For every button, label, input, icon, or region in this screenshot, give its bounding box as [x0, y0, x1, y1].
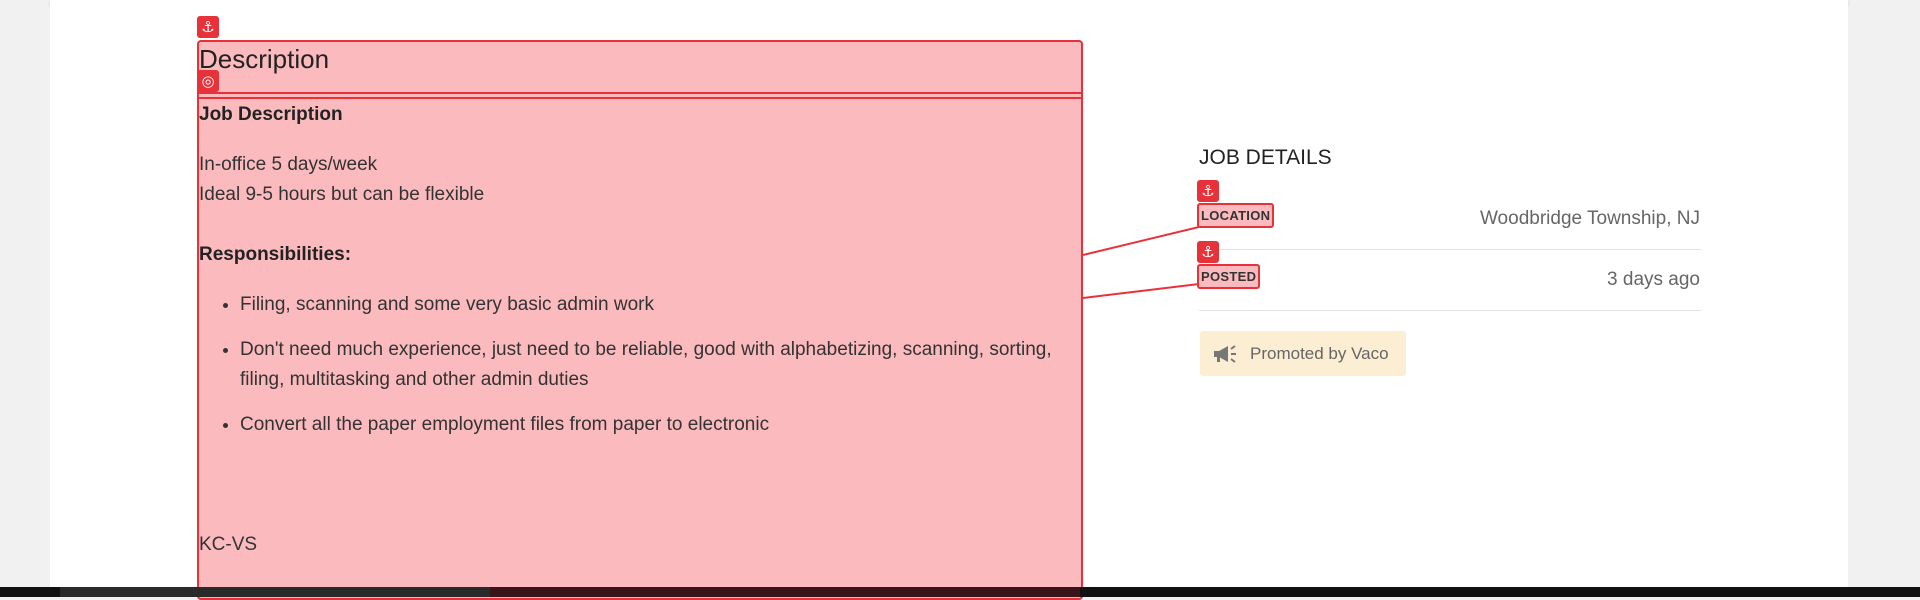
megaphone-icon [1214, 344, 1236, 363]
promoted-text: Promoted by Vaco [1250, 343, 1389, 363]
job-details-heading: JOB DETAILS [1199, 146, 1332, 169]
promoted-badge: Promoted by Vaco [1200, 331, 1406, 376]
connector-line [1082, 283, 1200, 299]
posted-label: POSTED [1197, 264, 1261, 289]
posted-value: 3 days ago [1607, 269, 1700, 290]
divider [1199, 249, 1701, 250]
taskbar-segment[interactable] [60, 587, 490, 597]
divider [1199, 310, 1701, 311]
anchor-icon: ⚓ [1197, 241, 1219, 263]
taskbar [0, 587, 1920, 597]
location-value: Woodbridge Township, NJ [1479, 208, 1700, 229]
taskbar-segment[interactable] [490, 587, 1080, 597]
anchor-icon: ⚓ [1197, 180, 1219, 202]
connector-lines [1082, 226, 1200, 299]
connector-line [1082, 226, 1200, 256]
location-label: LOCATION [1197, 203, 1275, 228]
